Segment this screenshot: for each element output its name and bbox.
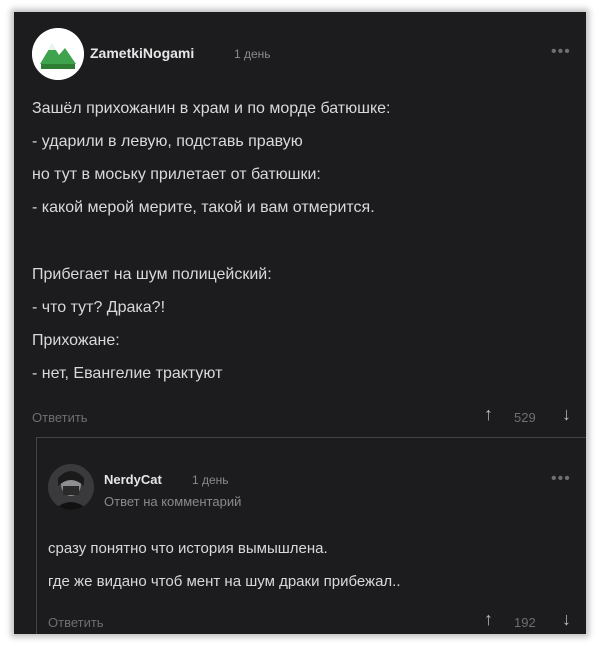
reply-author[interactable]: NerdyCat (104, 472, 162, 487)
upvote-icon[interactable]: ↑ (484, 609, 493, 630)
comment-line: Зашёл прихожанин в храм и по морде батюш… (32, 100, 391, 117)
mountain-logo-icon (32, 28, 84, 80)
reply-button[interactable]: Ответить (32, 410, 88, 425)
comment-thread: ZametkiNogami 1 день ••• Зашёл прихожани… (14, 12, 586, 634)
user-photo-icon (48, 464, 94, 510)
reply-button[interactable]: Ответить (48, 615, 104, 630)
upvote-icon[interactable]: ↑ (484, 404, 493, 425)
comment-line: Прибегает на шум полицейский: (32, 266, 272, 283)
comment-line: - какой мерой мерите, такой и вам отмери… (32, 199, 375, 216)
reply-line: где же видано чтоб мент на шум драки при… (48, 573, 401, 590)
reply-time: 1 день (192, 473, 229, 487)
downvote-icon[interactable]: ↓ (562, 404, 571, 425)
comment-line: Прихожане: (32, 332, 120, 349)
comment-time: 1 день (234, 47, 271, 61)
downvote-icon[interactable]: ↓ (562, 609, 571, 630)
vote-count: 529 (514, 410, 536, 425)
vote-count: 192 (514, 615, 536, 630)
comment-author[interactable]: ZametkiNogami (90, 45, 194, 61)
avatar[interactable] (32, 28, 84, 80)
comment-line: - ударили в левую, подставь правую (32, 133, 303, 150)
more-options-icon[interactable]: ••• (551, 470, 571, 488)
comment-line: - что тут? Драка?! (32, 299, 166, 316)
reply-divider (36, 437, 586, 438)
comment-line: - нет, Евангелие трактуют (32, 365, 223, 382)
reply-subtitle[interactable]: Ответ на комментарий (104, 494, 241, 509)
reply-line: сразу понятно что история вымышлена. (48, 540, 328, 557)
more-options-icon[interactable]: ••• (551, 43, 571, 61)
thread-line (36, 437, 37, 634)
avatar[interactable] (48, 464, 94, 510)
comment-line: но тут в моську прилетает от батюшки: (32, 166, 321, 183)
